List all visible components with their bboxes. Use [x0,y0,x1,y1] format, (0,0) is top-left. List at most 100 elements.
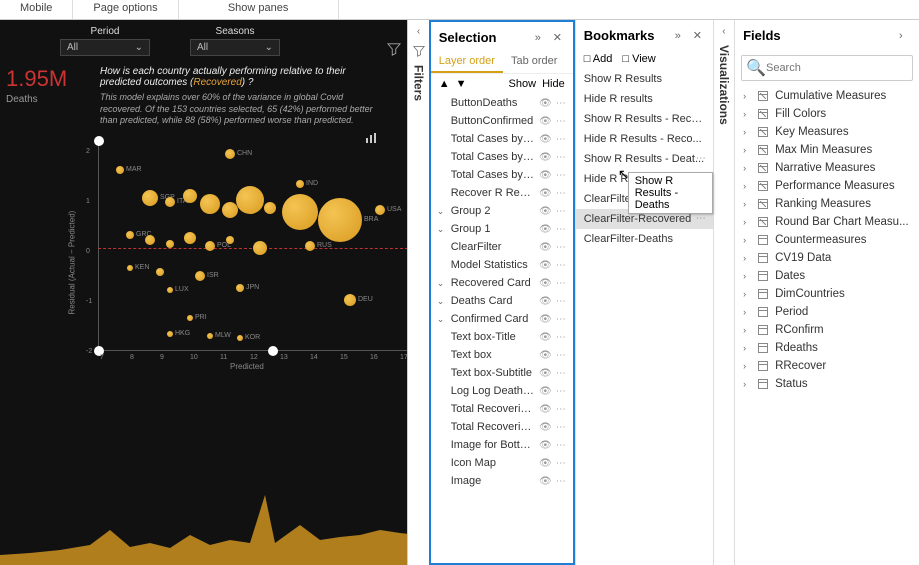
data-point[interactable] [195,271,205,281]
search-input[interactable] [766,62,908,74]
more-icon[interactable]: ⋯ [556,278,567,289]
selection-item[interactable]: Text box-Subtitle👁⋯ [431,364,573,382]
scatter-plot[interactable]: Residual (Actual − Predicted) MARCHNINDS… [0,140,407,370]
selection-item[interactable]: Text box👁⋯ [431,346,573,364]
more-icon[interactable]: ⋯ [556,170,567,181]
visibility-icon[interactable]: 👁 [539,260,552,271]
close-icon[interactable]: ✕ [553,31,565,44]
chevron-right-icon[interactable]: › [743,163,751,173]
visibility-icon[interactable]: 👁 [539,134,552,145]
more-icon[interactable]: ⋯ [556,242,567,253]
data-point[interactable] [296,180,304,188]
data-point[interactable] [264,202,276,214]
bookmark-item[interactable]: Show R Results - Reco... [576,109,713,129]
more-icon[interactable]: ⋯ [696,213,707,224]
field-table[interactable]: ›Ranking Measures [735,195,919,213]
more-icon[interactable]: ⋯ [556,134,567,145]
visibility-icon[interactable]: 👁 [539,242,552,253]
expand-icon[interactable]: ⌄ [437,224,447,235]
field-table[interactable]: ›Key Measures [735,123,919,141]
data-point[interactable] [183,189,197,203]
selection-item[interactable]: Total Cases by Status ...👁⋯ [431,130,573,148]
visibility-icon[interactable]: 👁 [539,332,552,343]
data-point[interactable] [253,241,267,255]
bookmark-item[interactable]: ClearFilter-Deaths [576,229,713,249]
field-table[interactable]: ›DimCountries [735,285,919,303]
visibility-icon[interactable]: 👁 [539,314,552,325]
expand-icon[interactable]: ⌄ [437,314,447,325]
data-point[interactable] [305,241,315,251]
expand-icon[interactable]: » [535,32,547,44]
data-point[interactable] [318,198,362,242]
visibility-icon[interactable]: 👁 [539,188,552,199]
selection-item[interactable]: ClearFilter👁⋯ [431,238,573,256]
data-point[interactable] [344,294,356,306]
more-icon[interactable]: ⋯ [556,116,567,127]
expand-left-icon[interactable]: ‹ [722,26,725,37]
selection-item[interactable]: Total Cases by Status ...👁⋯ [431,166,573,184]
more-icon[interactable]: ⋯ [556,314,567,325]
field-table[interactable]: ›Period [735,303,919,321]
data-point[interactable] [167,331,173,337]
visibility-icon[interactable]: 👁 [539,152,552,163]
visibility-icon[interactable]: 👁 [539,170,552,181]
visibility-icon[interactable]: 👁 [539,458,552,469]
view-bookmark-button[interactable]: □ View [622,53,655,65]
selection-item[interactable]: Icon Map👁⋯ [431,454,573,472]
data-point[interactable] [205,241,215,251]
expand-icon[interactable]: ⌄ [437,296,447,307]
chevron-right-icon[interactable]: › [743,127,751,137]
chevron-right-icon[interactable]: › [743,253,751,263]
bookmark-item[interactable]: Show R Results - Deat...⋯ [576,149,713,169]
more-icon[interactable]: ⋯ [556,350,567,361]
bookmark-item[interactable]: Show R Results [576,69,713,89]
field-table[interactable]: ›Rdeaths [735,339,919,357]
field-table[interactable]: ›Narrative Measures [735,159,919,177]
expand-icon[interactable]: » [675,30,687,42]
visibility-icon[interactable]: 👁 [539,476,552,487]
chevron-right-icon[interactable]: › [743,361,751,371]
more-icon[interactable]: ⋯ [696,153,707,164]
data-point[interactable] [145,235,155,245]
chevron-right-icon[interactable]: › [743,271,751,281]
data-point[interactable] [236,284,244,292]
more-icon[interactable]: ⋯ [556,206,567,217]
field-table[interactable]: ›RRecover [735,357,919,375]
selection-item[interactable]: Recover R Results👁⋯ [431,184,573,202]
slicer-period[interactable]: Period All⌄ [60,26,150,56]
data-point[interactable] [187,315,193,321]
data-point[interactable] [126,231,134,239]
tab-tab-order[interactable]: Tab order [503,51,565,73]
selection-item[interactable]: ⌄Recovered Card👁⋯ [431,274,573,292]
ribbon-mobile[interactable]: Mobile [0,0,73,19]
visibility-icon[interactable]: 👁 [539,98,552,109]
more-icon[interactable]: ⋯ [556,386,567,397]
data-point[interactable] [127,265,133,271]
data-point[interactable] [226,236,234,244]
report-canvas[interactable]: Period All⌄ Seasons All⌄ 1.95M Deaths Ho… [0,20,407,565]
chevron-right-icon[interactable]: › [743,307,751,317]
field-table[interactable]: ›Round Bar Chart Measu... [735,213,919,231]
visibility-icon[interactable]: 👁 [539,278,552,289]
visibility-icon[interactable]: 👁 [539,404,552,415]
selection-item[interactable]: ButtonDeaths👁⋯ [431,94,573,112]
visibility-icon[interactable]: 👁 [539,386,552,397]
selection-item[interactable]: Image👁⋯ [431,472,573,490]
field-table[interactable]: ›Dates [735,267,919,285]
field-table[interactable]: ›Max Min Measures [735,141,919,159]
visibility-icon[interactable]: 👁 [539,422,552,433]
more-icon[interactable]: ⋯ [556,188,567,199]
ribbon-show-panes[interactable]: Show panes [179,0,339,19]
hide-button[interactable]: Hide [542,78,565,90]
expand-icon[interactable]: ⌄ [437,206,447,217]
data-point[interactable] [375,205,385,215]
expand-left-icon[interactable]: ‹ [417,26,420,37]
field-table[interactable]: ›Fill Colors [735,105,919,123]
filter-icon[interactable] [387,42,401,56]
chevron-right-icon[interactable]: › [743,217,751,227]
data-point[interactable] [184,232,196,244]
selection-item[interactable]: ⌄Confirmed Card👁⋯ [431,310,573,328]
bookmark-item[interactable]: Hide R Results - Reco... [576,129,713,149]
more-icon[interactable]: ⋯ [556,404,567,415]
fields-search[interactable]: 🔍 [741,55,913,81]
